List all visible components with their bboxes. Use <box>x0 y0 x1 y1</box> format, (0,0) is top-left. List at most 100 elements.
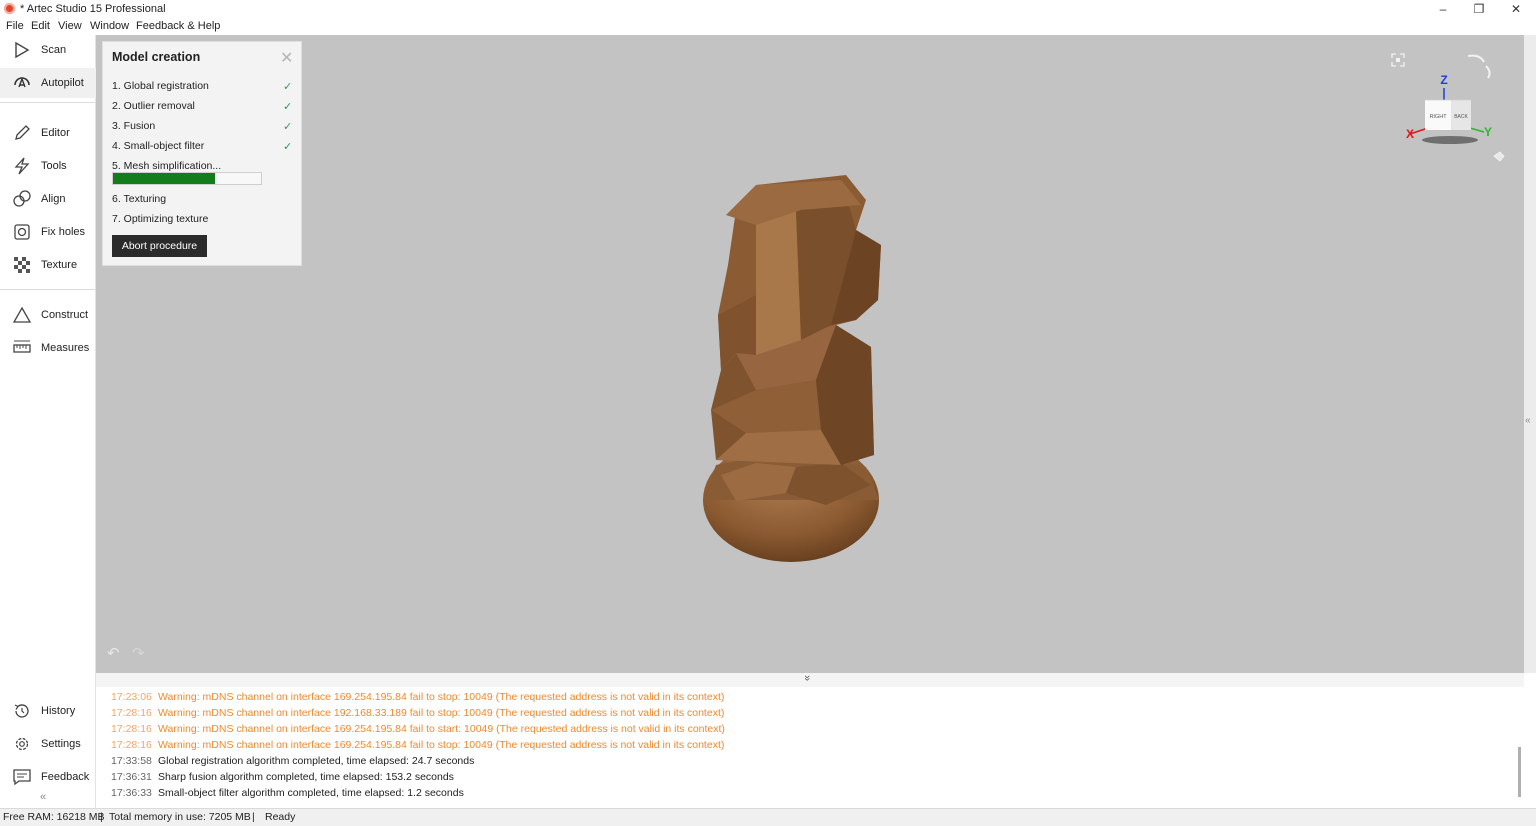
progress-fill <box>113 173 216 184</box>
log-panel-handle[interactable]: » <box>96 673 1524 687</box>
sidebar-item-label: Measures <box>41 342 90 354</box>
cube-face-right-label: RIGHT <box>1429 114 1447 120</box>
undo-button[interactable]: ↶ <box>107 644 120 662</box>
log-entry: 17:33:58 Global registration algorithm co… <box>111 755 474 767</box>
chat-icon <box>13 769 31 786</box>
axis-x-label: X <box>1406 127 1414 141</box>
menu-window[interactable]: Window <box>90 20 129 32</box>
step-outlier-removal: 2. Outlier removal <box>112 100 195 112</box>
log-time: 17:28:16 <box>111 723 152 735</box>
progress-bar <box>112 172 262 185</box>
step-fusion: 3. Fusion <box>112 120 156 132</box>
cube-face-back[interactable]: BACK <box>1454 114 1468 120</box>
sidebar-item-label: Autopilot <box>41 77 84 89</box>
sidebar-item-construct[interactable]: Construct <box>0 300 96 330</box>
cube-face-right[interactable]: RIGHT <box>1429 114 1447 120</box>
sidebar-item-label: Texture <box>41 259 78 271</box>
checkerboard-icon <box>14 257 30 273</box>
menu-edit[interactable]: Edit <box>31 20 50 32</box>
sidebar-item-label: Scan <box>41 44 67 56</box>
log-text: Global registration algorithm completed,… <box>158 755 475 767</box>
log-time: 17:28:16 <box>111 707 152 719</box>
collapse-log-icon[interactable]: » <box>801 675 813 681</box>
log-entry: 17:36:33 Small-object filter algorithm co… <box>111 787 464 799</box>
step-optimizing-texture: 7. Optimizing texture <box>112 213 209 225</box>
close-window-button[interactable]: ✕ <box>1498 0 1534 19</box>
pencil-icon <box>15 125 30 140</box>
sidebar-item-label: Tools <box>41 160 67 172</box>
sidebar-item-measures[interactable]: Measures <box>0 333 96 363</box>
log-text: Small-object filter algorithm completed,… <box>158 787 464 799</box>
sidebar-item-label: Construct <box>41 309 89 321</box>
window-title: * Artec Studio 15 Professional <box>20 3 166 15</box>
maximize-button[interactable]: ❐ <box>1461 0 1497 19</box>
sidebar-item-label: History <box>41 705 76 717</box>
log-text: Warning: mDNS channel on interface 192.1… <box>158 707 725 719</box>
lightning-icon <box>14 157 30 175</box>
sidebar: Scan Autopilot Editor Tools Align Fix ho <box>0 35 96 808</box>
log-time: 17:28:16 <box>111 739 152 751</box>
abort-procedure-button[interactable]: Abort procedure <box>112 235 207 257</box>
log-time: 17:36:33 <box>111 787 152 799</box>
3d-viewport[interactable]: RIGHT BACK Z X Y ↶ ↷ <box>96 35 1524 673</box>
sidebar-item-fix-holes[interactable]: Fix holes <box>0 217 96 247</box>
axis-z-label: Z <box>1440 73 1447 87</box>
minimize-button[interactable]: – <box>1425 0 1461 19</box>
sidebar-item-settings[interactable]: Settings <box>0 729 96 759</box>
sidebar-item-tools[interactable]: Tools <box>0 151 96 181</box>
triangle-icon <box>12 306 32 323</box>
sidebar-item-label: Feedback <box>41 771 90 783</box>
menu-view[interactable]: View <box>58 20 82 32</box>
panel-title: Model creation <box>112 50 201 64</box>
gear-icon <box>15 737 29 751</box>
log-entry: 17:36:31 Sharp fusion algorithm completed… <box>111 771 454 783</box>
log-panel: 17:23:06 Warning: mDNS channel on interfa… <box>96 687 1524 808</box>
redo-button[interactable]: ↷ <box>132 644 145 662</box>
log-time: 17:33:58 <box>111 755 152 767</box>
checkmark-icon: ✓ <box>283 121 293 133</box>
log-scrollbar[interactable] <box>1518 747 1521 797</box>
menu-file[interactable]: File <box>6 20 24 32</box>
log-text: Sharp fusion algorithm completed, time e… <box>158 771 454 783</box>
sidebar-item-scan[interactable]: Scan <box>0 35 96 65</box>
ruler-icon <box>13 340 31 353</box>
home-view-icon[interactable] <box>1493 151 1505 162</box>
log-entry: 17:23:06 Warning: mDNS channel on interfa… <box>111 691 724 703</box>
sidebar-divider <box>0 102 96 103</box>
step-small-object-filter: 4. Small-object filter <box>112 140 205 152</box>
sidebar-item-label: Align <box>41 193 66 205</box>
checkmark-icon: ✓ <box>283 101 293 113</box>
sidebar-item-align[interactable]: Align <box>0 184 96 214</box>
sidebar-item-texture[interactable]: Texture <box>0 250 96 280</box>
close-panel-button[interactable]: ✕ <box>280 48 293 68</box>
sidebar-item-feedback[interactable]: Feedback <box>0 762 96 792</box>
log-text: Warning: mDNS channel on interface 169.2… <box>158 723 725 735</box>
menu-feedback-help[interactable]: Feedback & Help <box>136 20 220 32</box>
app-logo-icon <box>4 3 15 14</box>
log-text: Warning: mDNS channel on interface 169.2… <box>158 739 725 751</box>
free-ram-status: Free RAM: 16218 MB <box>3 811 105 823</box>
step-mesh-simplification: 5. Mesh simplification... <box>112 160 222 172</box>
title-bar: * Artec Studio 15 Professional – ❐ ✕ <box>0 0 1536 19</box>
model-creation-panel: Model creation ✕ 1. Global registration … <box>102 41 302 266</box>
collapse-sidebar-button[interactable]: « <box>40 791 46 803</box>
sidebar-item-label: Settings <box>41 738 81 750</box>
expand-right-panel-icon: « <box>1525 415 1531 426</box>
sidebar-item-label: Fix holes <box>41 226 86 238</box>
navigation-cube[interactable]: RIGHT BACK Z X Y <box>1400 48 1510 173</box>
axis-y-label: Y <box>1484 125 1492 139</box>
autopilot-icon <box>14 77 30 88</box>
sidebar-item-label: Editor <box>41 127 70 139</box>
right-panel-handle[interactable]: « <box>1524 35 1536 673</box>
status-bar: Free RAM: 16218 MB | Total memory in use… <box>0 808 1536 826</box>
status-separator: | <box>100 811 103 823</box>
memory-in-use-status: Total memory in use: 7205 MB <box>109 811 251 823</box>
log-entry: 17:28:16 Warning: mDNS channel on interfa… <box>111 723 725 735</box>
sidebar-item-editor[interactable]: Editor <box>0 118 96 148</box>
fix-holes-icon <box>14 224 30 240</box>
ready-status: Ready <box>265 811 296 823</box>
status-separator: | <box>252 811 255 823</box>
step-texturing: 6. Texturing <box>112 193 167 205</box>
sidebar-item-history[interactable]: History <box>0 696 96 726</box>
sidebar-item-autopilot[interactable]: Autopilot <box>0 68 96 98</box>
